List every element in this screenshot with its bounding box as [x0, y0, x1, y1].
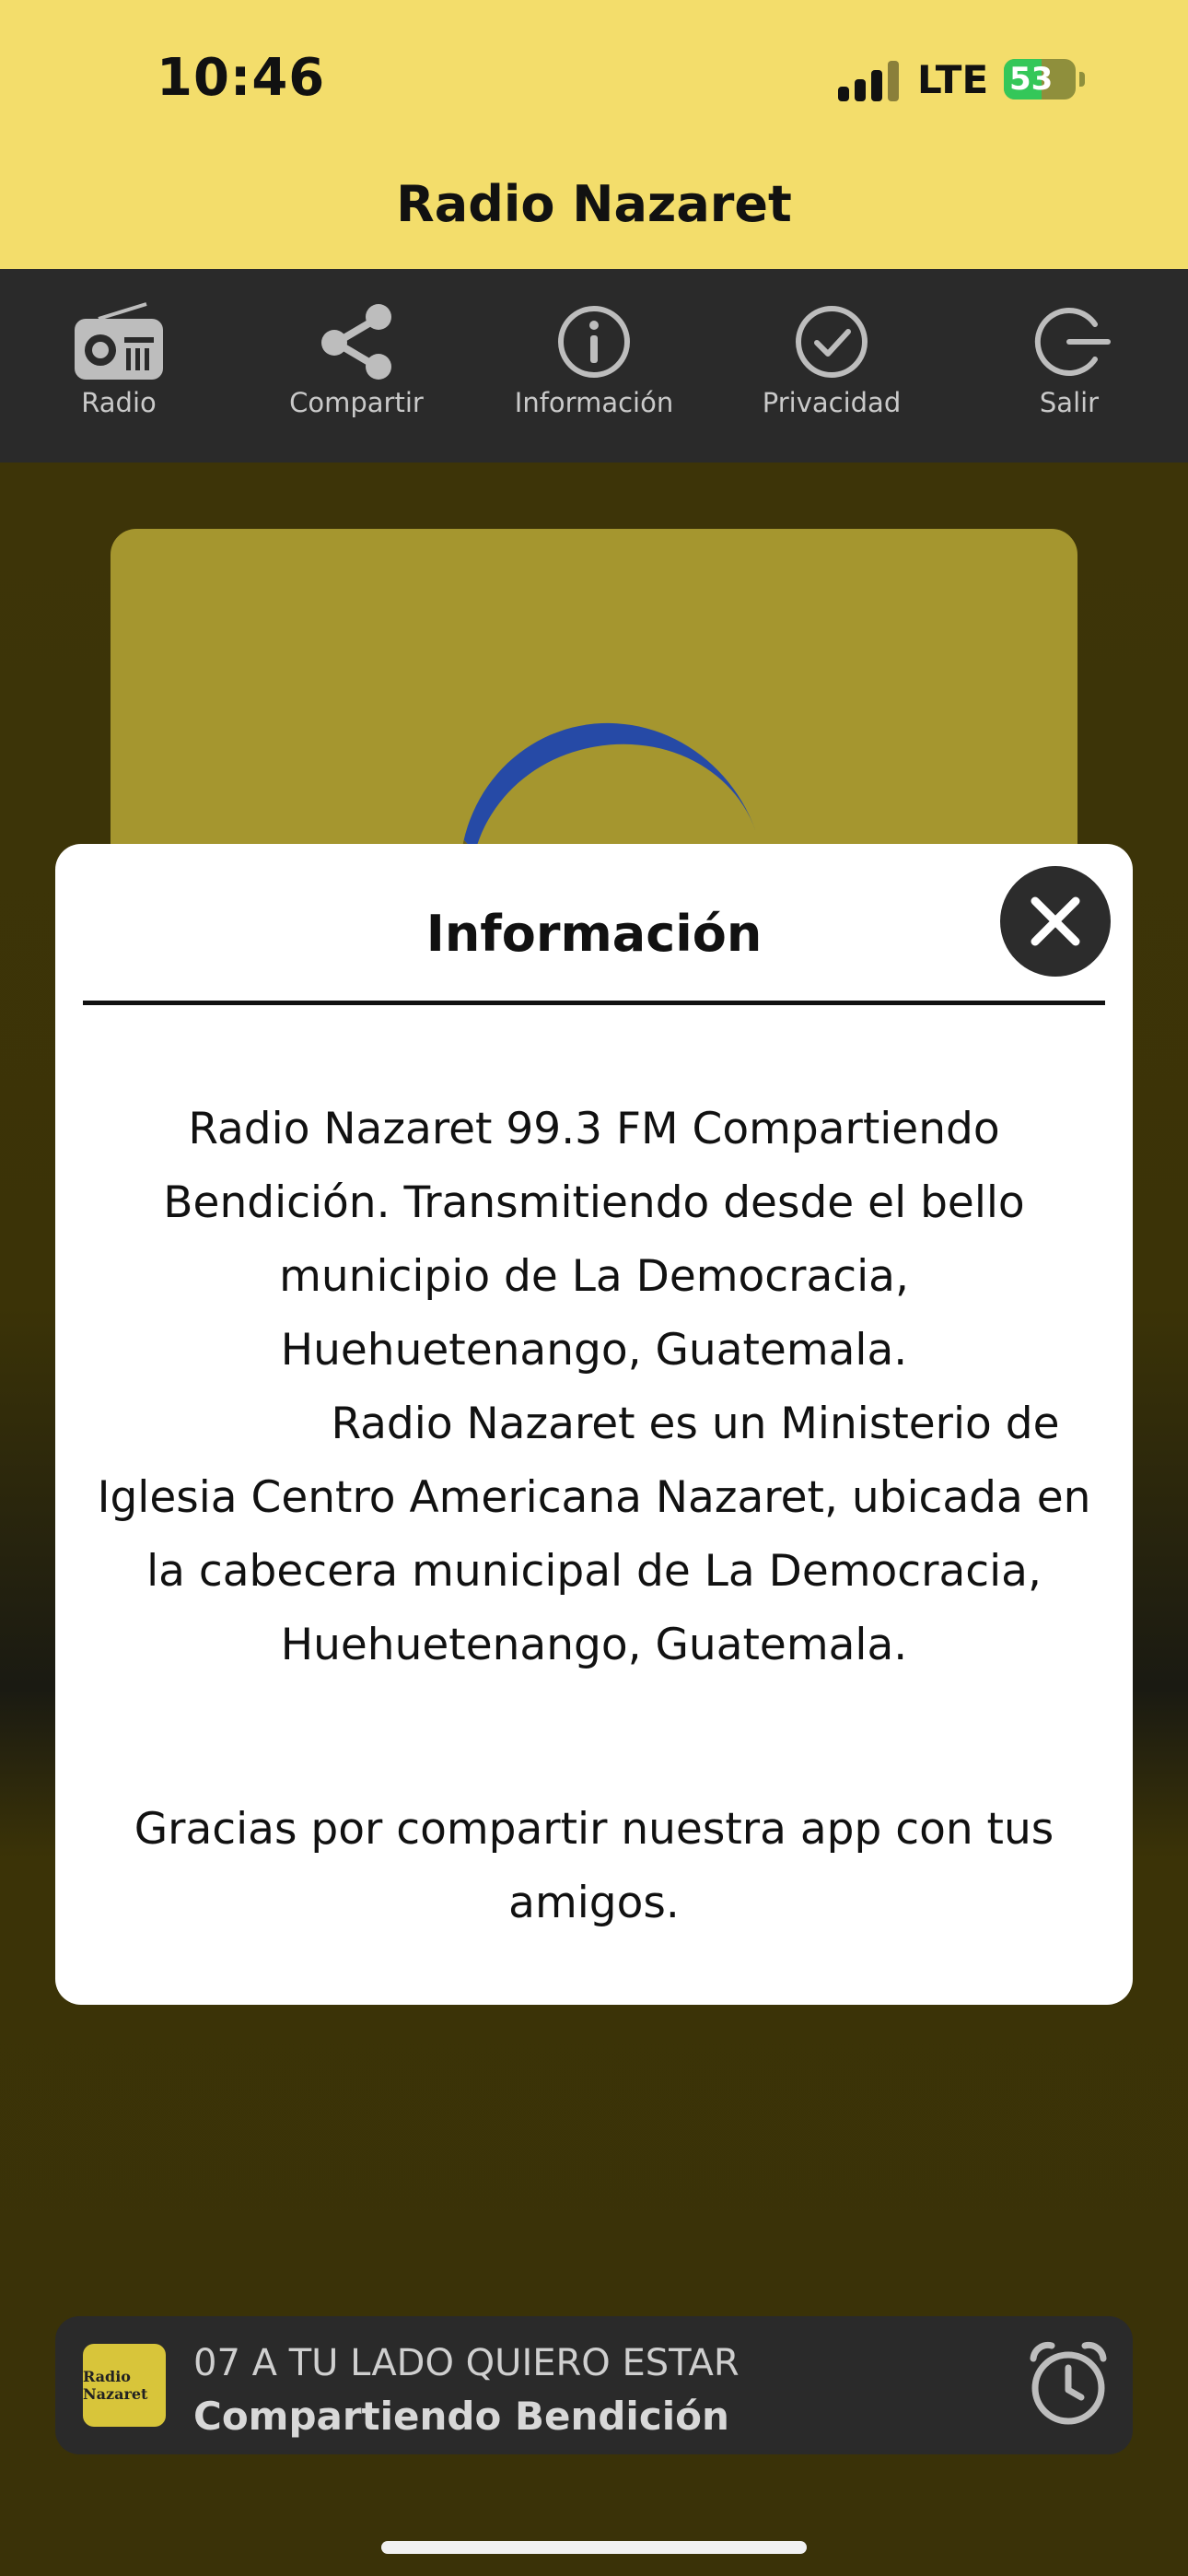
toolbar-item-exit[interactable]: Salir — [977, 269, 1161, 418]
toolbar-item-share[interactable]: Compartir — [264, 269, 448, 418]
station-logo-text: Radio Nazaret — [83, 2368, 148, 2403]
info-paragraph: Radio Nazaret 99.3 FM Compartiendo Bendi… — [163, 1104, 1025, 1376]
toolbar-label: Compartir — [289, 387, 424, 418]
toolbar-label: Información — [514, 387, 674, 418]
toolbar-item-info[interactable]: Información — [502, 269, 686, 418]
toolbar-item-radio[interactable]: Radio — [27, 269, 211, 418]
toolbar-label: Salir — [1039, 387, 1100, 418]
battery-percent: 53 — [1009, 61, 1054, 98]
station-logo: Radio Nazaret — [83, 2344, 166, 2427]
info-modal: Información Radio Nazaret 99.3 FM Compar… — [55, 844, 1133, 2005]
signal-icon — [838, 61, 899, 101]
close-button[interactable] — [1000, 866, 1111, 977]
alarm-clock-icon[interactable] — [1022, 2338, 1114, 2430]
status-and-header: 10:46 LTE 53 Radio Nazaret — [0, 0, 1188, 269]
page-title: Radio Nazaret — [396, 175, 792, 233]
close-icon — [1031, 896, 1080, 946]
toolbar: Radio Compartir Información Privacidad S… — [0, 269, 1188, 463]
exit-icon — [1034, 308, 1111, 376]
info-paragraph: Gracias por compartir nuestra app con tu… — [134, 1804, 1054, 1928]
now-playing-bar[interactable]: Radio Nazaret 07 A TU LADO QUIERO ESTAR … — [55, 2316, 1133, 2454]
toolbar-label: Radio — [81, 387, 157, 418]
info-icon — [558, 306, 630, 378]
home-indicator[interactable] — [381, 2541, 807, 2554]
status-time: 10:46 — [157, 48, 326, 108]
check-circle-icon — [796, 306, 868, 378]
network-type: LTE — [917, 57, 989, 102]
battery-icon: 53 — [1004, 59, 1076, 100]
modal-body: Radio Nazaret 99.3 FM Compartiendo Bendi… — [92, 1093, 1096, 1940]
station-subtitle: Compartiendo Bendición — [193, 2394, 729, 2439]
info-paragraph: Radio Nazaret es un Ministerio de Iglesi… — [97, 1399, 1091, 1670]
radio-icon — [75, 302, 163, 380]
battery-tip — [1079, 72, 1085, 87]
modal-title: Información — [425, 905, 763, 963]
song-title: 07 A TU LADO QUIERO ESTAR — [193, 2342, 740, 2384]
modal-divider — [83, 1001, 1105, 1005]
toolbar-label: Privacidad — [762, 387, 902, 418]
toolbar-item-privacy[interactable]: Privacidad — [740, 269, 924, 418]
share-icon — [321, 304, 391, 380]
